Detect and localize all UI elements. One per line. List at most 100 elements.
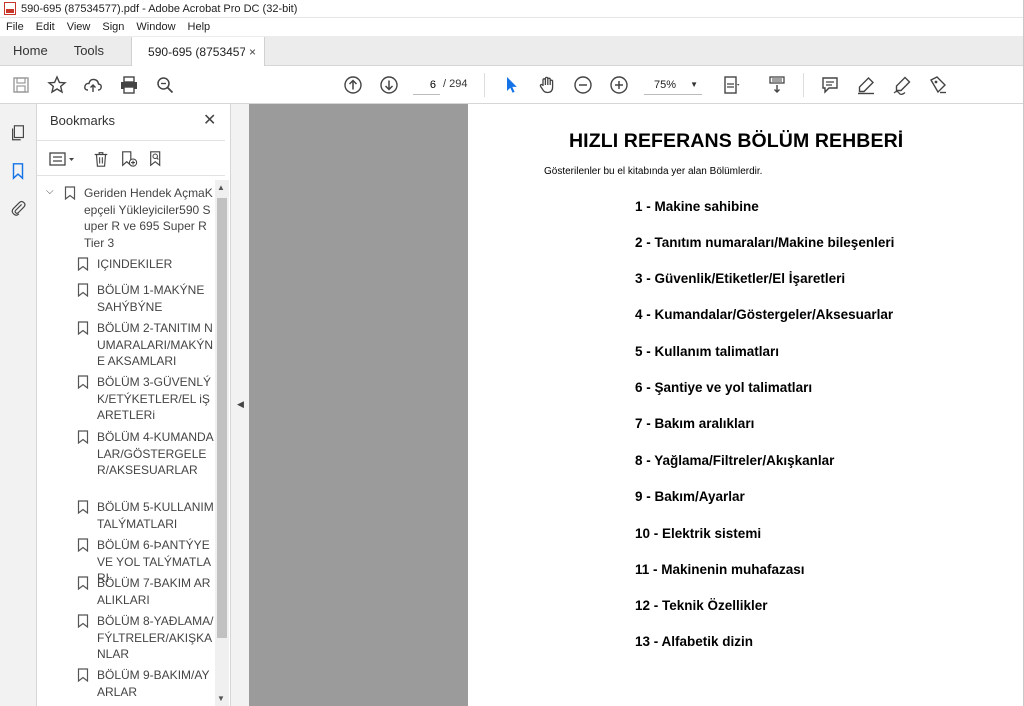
menu-help[interactable]: Help <box>182 21 217 33</box>
section-item: 7 - Bakım aralıkları <box>635 416 755 431</box>
bookmark-label: IÇINDEKILER <box>97 257 173 271</box>
sign-pen-icon[interactable] <box>890 73 914 97</box>
delete-bookmark-icon[interactable] <box>90 148 112 170</box>
section-item: 10 - Elektrik sistemi <box>635 526 762 541</box>
bookmark-label: BÖLÜM 1-MAKÝNE SAHÝBÝNE <box>97 283 205 314</box>
chevron-down-icon[interactable]: ⌵ <box>46 186 54 197</box>
scroll-down-icon[interactable]: ▼ <box>217 694 225 703</box>
window-title: 590-695 (87534577).pdf - Adobe Acrobat P… <box>21 2 298 15</box>
menu-view[interactable]: View <box>61 21 97 33</box>
zoom-level-select[interactable]: 75% ▼ <box>644 75 702 95</box>
zoom-search-icon[interactable] <box>153 73 177 97</box>
bookmarks-toolbar <box>37 140 225 176</box>
bookmark-options-icon[interactable] <box>48 148 78 170</box>
bookmark-item[interactable]: BÖLÜM 4-KUMANDALAR/GÖSTERGELER/AKSESUARL… <box>76 429 214 479</box>
page-total: / 294 <box>443 78 468 90</box>
menu-edit[interactable]: Edit <box>30 21 61 33</box>
document-viewer-background <box>249 104 468 706</box>
page-thumbnails-icon[interactable] <box>8 123 28 143</box>
bookmark-label: BÖLÜM 8-YAÐLAMA/FÝLTRELER/AKIŞKANLAR <box>97 614 214 661</box>
zoom-out-icon[interactable] <box>571 73 595 97</box>
scroll-up-icon[interactable]: ▲ <box>217 183 225 192</box>
bookmark-icon <box>77 668 89 682</box>
bookmark-item[interactable]: BÖLÜM 7-BAKIM ARALIKLARI <box>76 575 214 608</box>
section-item: 2 - Tanıtım numaraları/Makine bileşenler… <box>635 235 895 250</box>
toolbar: / 294 75% ▼ <box>0 66 1024 104</box>
page-number-input[interactable] <box>413 75 440 95</box>
toolbar-divider <box>803 73 804 97</box>
document-page: HIZLI REFERANS BÖLÜM REHBERİ Gösterilenl… <box>468 104 1024 706</box>
bookmarks-scrollbar[interactable]: ▲ ▼ <box>215 180 229 706</box>
close-tab-icon[interactable]: × <box>249 45 256 59</box>
bookmark-icon <box>77 283 89 297</box>
bookmark-icon <box>77 375 89 389</box>
bookmark-icon <box>64 186 76 200</box>
bookmark-label: BÖLÜM 4-KUMANDALAR/GÖSTERGELER/AKSESUARL… <box>97 430 214 477</box>
bookmarks-title: Bookmarks <box>50 113 116 128</box>
previous-page-icon[interactable] <box>341 73 365 97</box>
bookmark-label: BÖLÜM 7-BAKIM ARALIKLARI <box>97 576 211 607</box>
zoom-level-value: 75% <box>654 78 677 91</box>
section-item: 1 - Makine sahibine <box>635 199 759 214</box>
next-page-icon[interactable] <box>377 73 401 97</box>
comment-icon[interactable] <box>818 73 842 97</box>
bookmark-label: BÖLÜM 5-KULLANIM TALÝMATLARI <box>97 500 214 531</box>
page-heading: HIZLI REFERANS BÖLÜM REHBERİ <box>569 130 904 152</box>
panel-collapse-handle[interactable]: ◀ <box>231 104 249 706</box>
save-icon[interactable] <box>9 73 33 97</box>
bookmarks-panel-icon[interactable] <box>8 161 28 181</box>
page-subtitle: Gösterilenler bu el kitabında yer alan B… <box>544 166 763 177</box>
menu-window[interactable]: Window <box>130 21 181 33</box>
tab-home[interactable]: Home <box>0 36 61 65</box>
navigation-rail <box>0 104 37 706</box>
bookmark-item[interactable]: BÖLÜM 3-GÜVENLÝK/ETÝKETLER/EL iŞARETLERi <box>76 374 214 424</box>
bookmark-icon <box>77 576 89 590</box>
print-icon[interactable] <box>117 73 141 97</box>
bookmark-list: ⌵ Geriden Hendek AçmaKepçeli Yükleyicile… <box>37 180 215 706</box>
highlight-pen-icon[interactable] <box>854 73 878 97</box>
bookmark-icon <box>77 538 89 552</box>
bookmark-item[interactable]: BÖLÜM 8-YAÐLAMA/FÝLTRELER/AKIŞKANLAR <box>76 613 214 663</box>
bookmark-icon <box>77 321 89 335</box>
attachments-icon[interactable] <box>8 198 28 218</box>
tab-tools[interactable]: Tools <box>61 36 117 65</box>
new-bookmark-icon[interactable] <box>118 148 140 170</box>
section-item: 6 - Şantiye ve yol talimatları <box>635 380 813 395</box>
chevron-down-icon: ▼ <box>690 80 698 89</box>
star-icon[interactable] <box>45 73 69 97</box>
stamp-icon[interactable] <box>926 73 950 97</box>
bookmark-icon <box>77 500 89 514</box>
cloud-upload-icon[interactable] <box>81 73 105 97</box>
find-bookmark-icon[interactable] <box>146 148 168 170</box>
bookmark-item[interactable]: BÖLÜM 9-BAKIM/AYARLAR <box>76 667 214 700</box>
select-cursor-icon[interactable] <box>499 73 523 97</box>
hand-tool-icon[interactable] <box>535 73 559 97</box>
pdf-file-icon <box>4 2 16 15</box>
title-bar: 590-695 (87534577).pdf - Adobe Acrobat P… <box>0 0 1024 18</box>
bookmark-label: BÖLÜM 9-BAKIM/AYARLAR <box>97 668 210 699</box>
section-item: 8 - Yağlama/Filtreler/Akışkanlar <box>635 453 835 468</box>
bookmark-label: BÖLÜM 2-TANITIM NUMARALARI/MAKÝNE AKSAML… <box>97 321 214 368</box>
section-item: 12 - Teknik Özellikler <box>635 598 768 613</box>
bookmark-icon <box>77 430 89 444</box>
bookmark-item[interactable]: IÇINDEKILER <box>76 256 214 273</box>
scroll-mode-icon[interactable] <box>765 73 789 97</box>
fit-page-icon[interactable] <box>719 73 743 97</box>
menu-file[interactable]: File <box>0 21 30 33</box>
menu-sign[interactable]: Sign <box>96 21 130 33</box>
bookmark-label: Geriden Hendek AçmaKepçeli Yükleyiciler5… <box>84 186 213 250</box>
tab-document[interactable]: 590-695 (8753457... × <box>131 37 266 66</box>
chevron-left-icon: ◀ <box>237 399 244 409</box>
zoom-in-icon[interactable] <box>607 73 631 97</box>
toolbar-divider <box>484 73 485 97</box>
scrollbar-thumb[interactable] <box>217 198 227 638</box>
bookmark-icon <box>77 614 89 628</box>
document-tab-title: 590-695 (8753457... <box>148 44 246 59</box>
bookmark-item[interactable]: BÖLÜM 1-MAKÝNE SAHÝBÝNE <box>76 282 214 315</box>
section-item: 9 - Bakım/Ayarlar <box>635 489 745 504</box>
bookmark-item[interactable]: BÖLÜM 5-KULLANIM TALÝMATLARI <box>76 499 214 532</box>
close-icon[interactable]: ✕ <box>203 110 216 130</box>
bookmark-item[interactable]: BÖLÜM 2-TANITIM NUMARALARI/MAKÝNE AKSAML… <box>76 320 214 370</box>
bookmarks-panel: Bookmarks ✕ ⌵ Geriden Hendek AçmaKepçeli… <box>37 104 231 706</box>
bookmark-root[interactable]: Geriden Hendek AçmaKepçeli Yükleyiciler5… <box>63 185 213 251</box>
